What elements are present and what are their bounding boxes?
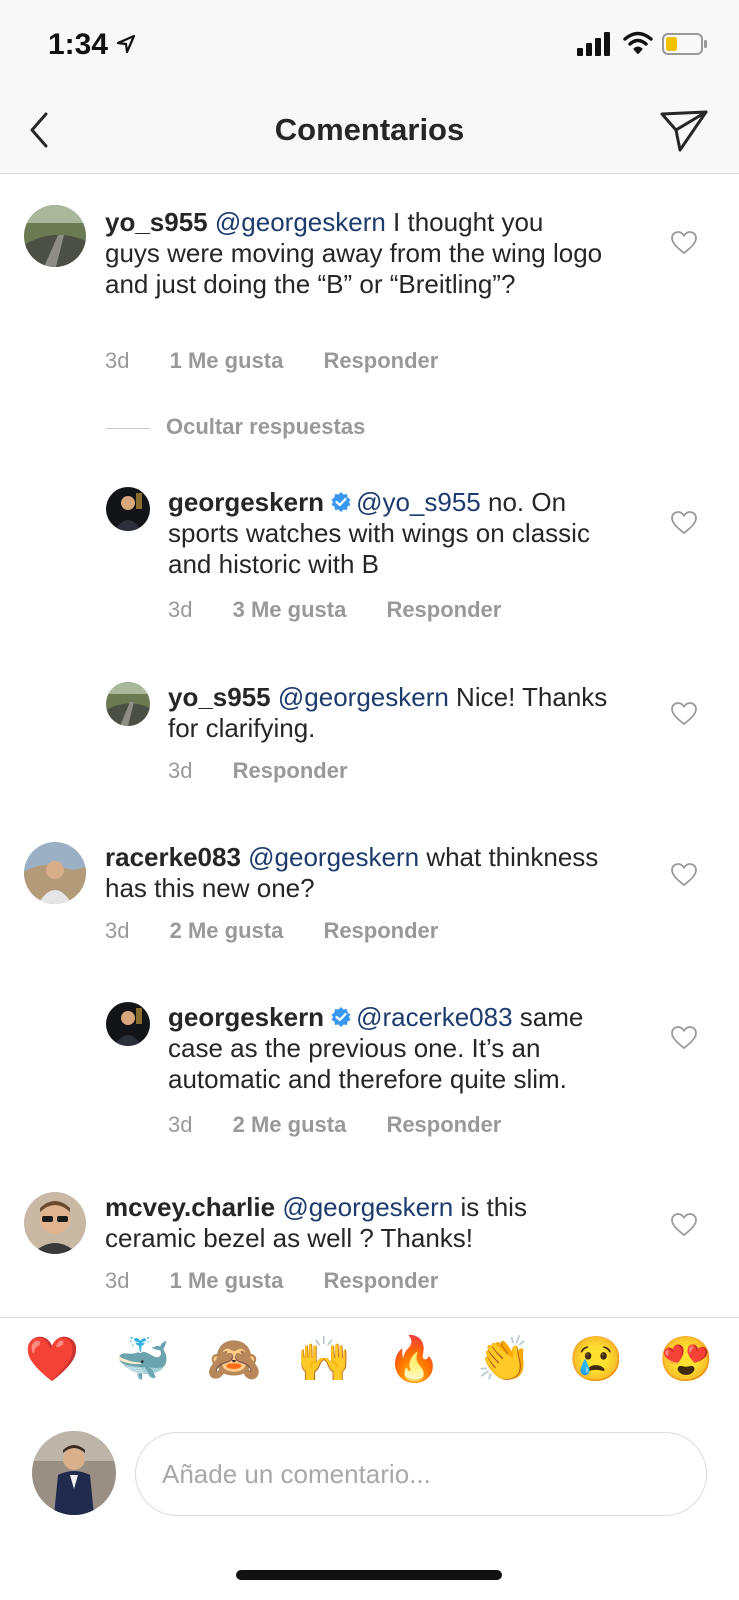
heart-outline-icon[interactable] (671, 702, 697, 726)
comment-composer (0, 1407, 739, 1557)
comment-age: 3d (105, 348, 130, 373)
my-avatar (32, 1431, 116, 1515)
signal-icon (577, 32, 610, 56)
comment: racerke083 @georgeskern what thinkness h… (0, 830, 739, 960)
comment-likes-link[interactable]: 2 Me gusta (170, 918, 284, 943)
emoji-fire[interactable]: 🔥 (384, 1330, 444, 1390)
comment-meta: 3d 1 Me gusta Responder (105, 1268, 472, 1294)
comments-list[interactable]: yo_s955 @georgeskern I thought you guys … (0, 175, 739, 1317)
reply-comment: yo_s955 @georgeskern Nice! Thanks for cl… (0, 670, 739, 800)
comment-meta: 3d 1 Me gusta Responder (105, 348, 472, 374)
hide-replies-button[interactable]: Ocultar respuestas (106, 414, 365, 440)
avatar[interactable] (24, 842, 86, 904)
comment-username[interactable]: georgeskern (168, 1002, 324, 1032)
avatar[interactable] (24, 1192, 86, 1254)
status-time: 1:34 (48, 28, 109, 61)
comment-meta: 3d 2 Me gusta Responder (105, 918, 472, 944)
avatar[interactable] (106, 1002, 150, 1046)
comment-text: racerke083 @georgeskern what thinkness h… (105, 842, 605, 904)
comment: yo_s955 @georgeskern I thought you guys … (0, 175, 739, 375)
emoji-quick-bar: ❤️ 🐳 🙈 🙌 🔥 👏 😢 😍 (0, 1317, 739, 1407)
reply-comment: georgeskern @racerke083 same case as the … (0, 990, 739, 1160)
emoji-red-heart[interactable]: ❤️ (22, 1330, 82, 1390)
comment-likes-link[interactable]: 3 Me gusta (233, 597, 347, 622)
comment-likes-link[interactable]: 1 Me gusta (170, 1268, 284, 1293)
comment-age: 3d (105, 918, 130, 943)
comment-meta: 3d 3 Me gusta Responder (168, 597, 535, 623)
reply-button[interactable]: Responder (386, 597, 501, 622)
comment-age: 3d (105, 1268, 130, 1293)
comment-mention[interactable]: @yo_s955 (356, 487, 481, 517)
comment-input[interactable] (135, 1432, 707, 1516)
reply-comment: georgeskern @yo_s955 no. On sports watche… (0, 475, 739, 645)
avatar[interactable] (24, 205, 86, 267)
page-title: Comentarios (274, 112, 465, 147)
reply-button[interactable]: Responder (323, 918, 438, 943)
comment-username[interactable]: georgeskern (168, 487, 324, 517)
comment-meta: 3d Responder (168, 758, 382, 784)
comment-username[interactable]: racerke083 (105, 842, 241, 872)
reply-button[interactable]: Responder (386, 1112, 501, 1137)
location-arrow-icon (116, 34, 136, 54)
direct-send-icon[interactable] (658, 104, 710, 158)
avatar[interactable] (106, 487, 150, 531)
comment-mention[interactable]: @racerke083 (356, 1002, 512, 1032)
comment-username[interactable]: yo_s955 (105, 207, 208, 237)
nav-bar: Comentarios (0, 92, 739, 174)
verified-badge-icon (331, 492, 351, 512)
comment: mcvey.charlie @georgeskern is this ceram… (0, 1180, 739, 1317)
reply-button[interactable]: Responder (323, 1268, 438, 1293)
comment-mention[interactable]: @georgeskern (248, 842, 419, 872)
divider (106, 427, 150, 429)
battery-icon (662, 33, 707, 55)
reply-button[interactable]: Responder (323, 348, 438, 373)
comment-meta: 3d 2 Me gusta Responder (168, 1112, 535, 1138)
comment-username[interactable]: mcvey.charlie (105, 1192, 275, 1222)
comment-age: 3d (168, 758, 193, 783)
wifi-icon (623, 31, 653, 54)
comment-likes-link[interactable]: 2 Me gusta (233, 1112, 347, 1137)
comment-age: 3d (168, 1112, 193, 1137)
comment-username[interactable]: yo_s955 (168, 682, 271, 712)
avatar[interactable] (106, 682, 150, 726)
emoji-raised-hands[interactable]: 🙌 (294, 1330, 354, 1390)
comment-text: georgeskern @racerke083 same case as the … (168, 1002, 618, 1095)
heart-outline-icon[interactable] (671, 1026, 697, 1050)
emoji-whale[interactable]: 🐳 (113, 1330, 173, 1390)
emoji-clapping-hands[interactable]: 👏 (474, 1330, 534, 1390)
comment-text: yo_s955 @georgeskern I thought you guys … (105, 207, 605, 300)
home-indicator (236, 1570, 502, 1580)
comment-text: mcvey.charlie @georgeskern is this ceram… (105, 1192, 605, 1254)
heart-outline-icon[interactable] (671, 231, 697, 255)
comment-likes-link[interactable]: 1 Me gusta (170, 348, 284, 373)
comment-age: 3d (168, 597, 193, 622)
heart-outline-icon[interactable] (671, 511, 697, 535)
hide-replies-label: Ocultar respuestas (166, 414, 366, 439)
emoji-see-no-evil-monkey[interactable]: 🙈 (204, 1330, 264, 1390)
heart-outline-icon[interactable] (671, 1213, 697, 1237)
comment-mention[interactable]: @georgeskern (278, 682, 449, 712)
emoji-crying-face[interactable]: 😢 (566, 1330, 626, 1390)
heart-outline-icon[interactable] (671, 863, 697, 887)
comment-mention[interactable]: @georgeskern (215, 207, 386, 237)
status-bar: 1:34 (0, 0, 739, 92)
comment-text: georgeskern @yo_s955 no. On sports watche… (168, 487, 608, 580)
verified-badge-icon (331, 1007, 351, 1027)
emoji-heart-eyes[interactable]: 😍 (656, 1330, 716, 1390)
comment-mention[interactable]: @georgeskern (282, 1192, 453, 1222)
reply-button[interactable]: Responder (233, 758, 348, 783)
comment-text: yo_s955 @georgeskern Nice! Thanks for cl… (168, 682, 608, 744)
